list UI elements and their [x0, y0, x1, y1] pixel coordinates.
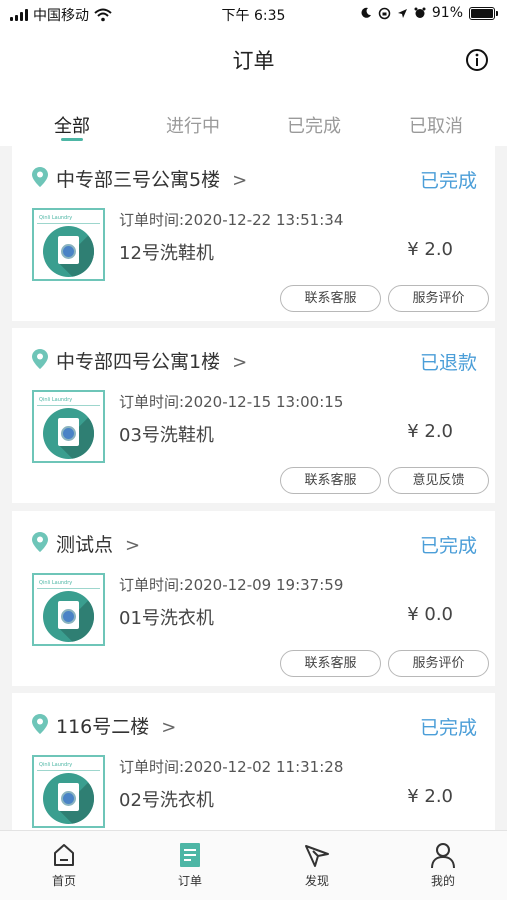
tab-completed[interactable]: 已完成 — [259, 112, 369, 138]
machine-name: 01号洗衣机 — [119, 608, 214, 629]
tabbar-orders-label: 订单 — [177, 874, 202, 888]
moon-icon — [361, 7, 371, 18]
location-name: 116号二楼 — [56, 716, 150, 738]
tabbar-profile-label: 我的 — [430, 874, 455, 888]
machine-thumbnail[interactable]: Qinli Laundry — [32, 573, 105, 646]
location-name: 中专部四号公寓1楼 — [56, 351, 221, 373]
location-name: 测试点 — [56, 534, 114, 556]
order-price: ¥ 2.0 — [407, 786, 453, 807]
order-status: 已退款 — [419, 352, 477, 374]
machine-name: 02号洗衣机 — [119, 790, 214, 811]
machine-name: 03号洗鞋机 — [119, 425, 214, 446]
contact-service-button[interactable]: 联系客服 — [280, 650, 381, 677]
chevron-right-icon: > — [161, 717, 177, 738]
battery-icon — [469, 6, 498, 20]
washing-machine-icon — [43, 408, 94, 459]
status-bar: 中国移动 下午 6:35 91% — [0, 0, 507, 28]
machine-thumbnail[interactable]: Qinli Laundry — [32, 208, 105, 281]
tab-all[interactable]: 全部 — [17, 112, 127, 138]
location-row[interactable]: 测试点 > 已完成 — [12, 511, 495, 569]
order-price: ¥ 2.0 — [407, 421, 453, 442]
chevron-right-icon: > — [232, 352, 248, 373]
chevron-right-icon: > — [125, 535, 141, 556]
tabbar-discover[interactable]: 发现 — [272, 841, 362, 889]
order-list: 中专部三号公寓5楼 > 已完成 Qinli Laundry 订单时间:2020-1… — [0, 146, 507, 830]
location-pin-icon — [32, 714, 48, 734]
alarm-icon — [414, 7, 426, 18]
brand-logo: Qinli Laundry — [37, 760, 100, 771]
order-status: 已完成 — [419, 170, 477, 192]
order-status: 已完成 — [419, 535, 477, 557]
home-icon — [54, 844, 74, 866]
nav-bar: 订单 — [0, 28, 507, 90]
profile-icon — [431, 843, 455, 869]
tabbar-home-label: 首页 — [51, 874, 76, 888]
rate-service-button[interactable]: 服务评价 — [388, 650, 489, 677]
tabbar-orders[interactable]: 订单 — [145, 841, 235, 889]
rate-service-button[interactable]: 服务评价 — [388, 285, 489, 312]
rotation-lock-icon — [378, 7, 391, 19]
order-time: 订单时间:2020-12-09 19:37:59 — [119, 576, 344, 594]
order-tabs: 全部 进行中 已完成 已取消 — [0, 90, 507, 146]
order-price: ¥ 2.0 — [407, 239, 453, 260]
brand-logo: Qinli Laundry — [37, 395, 100, 406]
machine-thumbnail[interactable]: Qinli Laundry — [32, 390, 105, 463]
bottom-tab-bar: 首页 订单 发现 我的 — [0, 830, 507, 900]
washing-machine-icon — [43, 591, 94, 642]
location-name: 中专部三号公寓5楼 — [56, 169, 221, 191]
battery-percent: 91% — [431, 5, 463, 21]
chevron-right-icon: > — [232, 170, 248, 191]
location-pin-icon — [32, 349, 48, 369]
order-time: 订单时间:2020-12-15 13:00:15 — [119, 393, 344, 411]
location-arrow-icon — [397, 8, 407, 18]
discover-icon — [305, 845, 329, 867]
tabbar-home[interactable]: 首页 — [19, 841, 109, 889]
washing-machine-icon — [43, 226, 94, 277]
tabbar-discover-label: 发现 — [304, 874, 329, 888]
location-row[interactable]: 中专部四号公寓1楼 > 已退款 — [12, 328, 495, 386]
active-tab-indicator — [61, 138, 83, 141]
order-price: ¥ 0.0 — [407, 604, 453, 625]
contact-service-button[interactable]: 联系客服 — [280, 467, 381, 494]
brand-logo: Qinli Laundry — [37, 213, 100, 224]
page-title: 订单 — [232, 49, 275, 73]
contact-service-button[interactable]: 联系客服 — [280, 285, 381, 312]
brand-logo: Qinli Laundry — [37, 578, 100, 589]
order-card: 测试点 > 已完成 Qinli Laundry 订单时间:2020-12-09 1… — [12, 511, 495, 686]
location-row[interactable]: 116号二楼 > 已完成 — [12, 693, 495, 751]
order-time: 订单时间:2020-12-22 13:51:34 — [119, 211, 344, 229]
tab-in-progress[interactable]: 进行中 — [138, 112, 248, 138]
order-time: 订单时间:2020-12-02 11:31:28 — [119, 758, 344, 776]
order-card: 中专部四号公寓1楼 > 已退款 Qinli Laundry 订单时间:2020-1… — [12, 328, 495, 503]
tabbar-profile[interactable]: 我的 — [398, 841, 488, 889]
order-card: 中专部三号公寓5楼 > 已完成 Qinli Laundry 订单时间:2020-1… — [12, 146, 495, 321]
order-card: 116号二楼 > 已完成 Qinli Laundry 订单时间:2020-12-0… — [12, 693, 495, 830]
location-pin-icon — [32, 167, 48, 187]
order-icon — [180, 843, 200, 867]
feedback-button[interactable]: 意见反馈 — [388, 467, 489, 494]
machine-name: 12号洗鞋机 — [119, 243, 214, 264]
info-icon[interactable] — [465, 48, 489, 72]
washing-machine-icon — [43, 773, 94, 824]
location-row[interactable]: 中专部三号公寓5楼 > 已完成 — [12, 146, 495, 204]
location-pin-icon — [32, 532, 48, 552]
tab-cancelled[interactable]: 已取消 — [381, 112, 491, 138]
machine-thumbnail[interactable]: Qinli Laundry — [32, 755, 105, 828]
order-status: 已完成 — [419, 717, 477, 739]
